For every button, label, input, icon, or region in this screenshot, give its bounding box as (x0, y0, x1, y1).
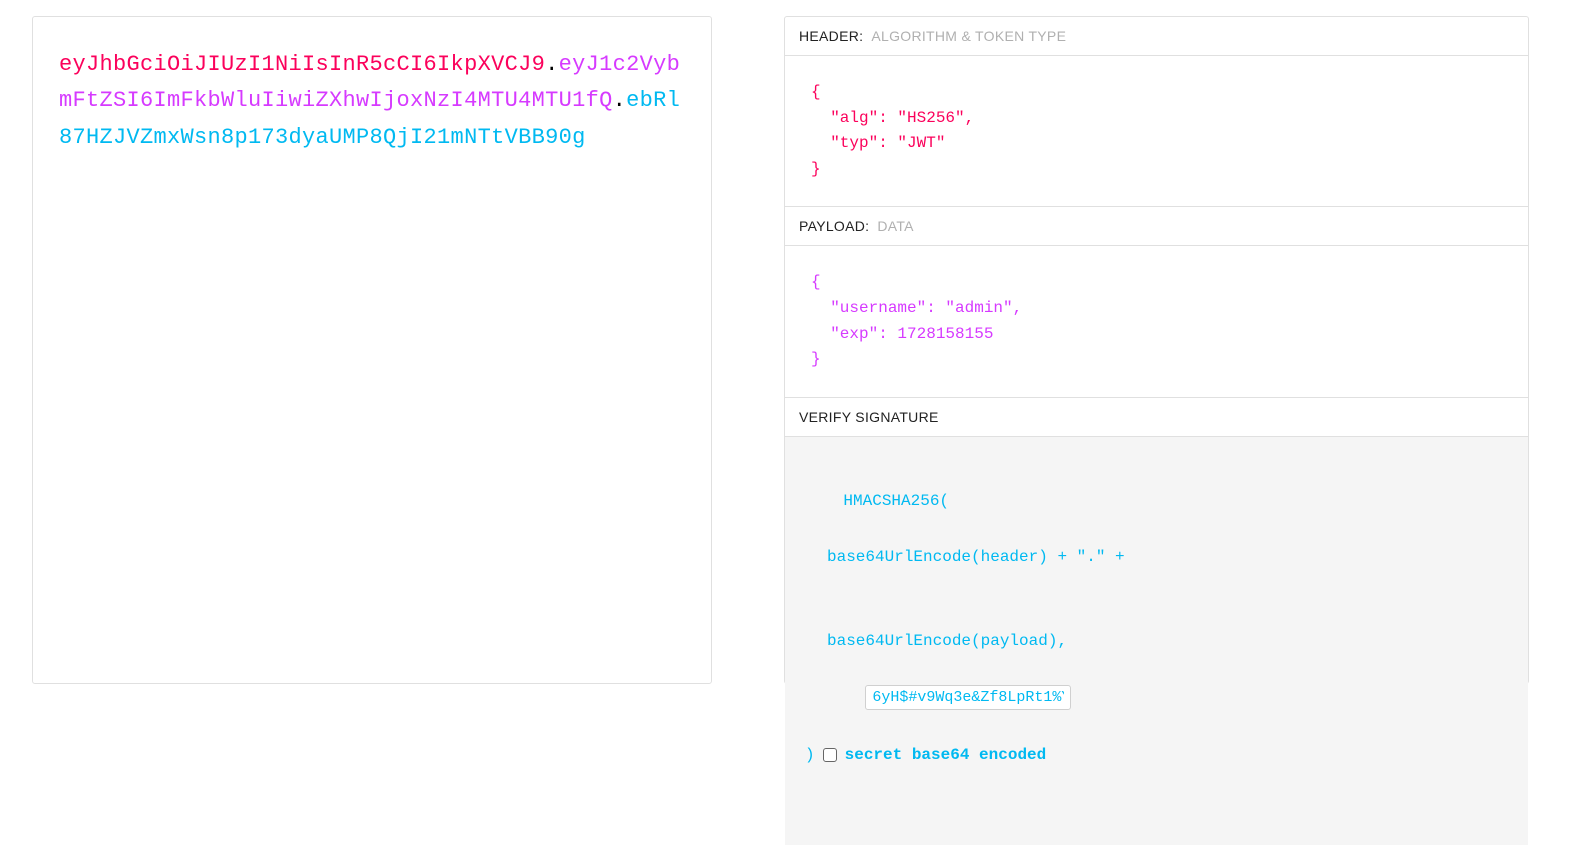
base64-checkbox[interactable] (823, 748, 837, 762)
base64-encoded-label[interactable]: secret base64 encoded (845, 741, 1047, 769)
sig-last-line: ) secret base64 encoded (805, 741, 1514, 769)
sig-line-header: base64UrlEncode(header) + "." + (805, 543, 1514, 571)
decoded-panel: HEADER: ALGORITHM & TOKEN TYPE { "alg": … (784, 16, 1529, 684)
header-section-title: HEADER: ALGORITHM & TOKEN TYPE (785, 17, 1528, 56)
payload-title-label: PAYLOAD: (799, 218, 869, 234)
signature-title-label: VERIFY SIGNATURE (799, 409, 939, 425)
signature-body: HMACSHA256( base64UrlEncode(header) + ".… (785, 437, 1528, 845)
jwt-token-display[interactable]: eyJhbGciOiJIUzI1NiIsInR5cCI6IkpXVCJ9.eyJ… (59, 47, 685, 156)
header-subtitle-label: ALGORITHM & TOKEN TYPE (871, 28, 1066, 44)
sig-line-payload: base64UrlEncode(payload), (805, 627, 1514, 655)
sig-fn-open: HMACSHA256( (843, 492, 949, 510)
token-header-segment: eyJhbGciOiJIUzI1NiIsInR5cCI6IkpXVCJ9 (59, 52, 545, 77)
encoded-token-panel: eyJhbGciOiJIUzI1NiIsInR5cCI6IkpXVCJ9.eyJ… (32, 16, 712, 684)
payload-section-title: PAYLOAD: DATA (785, 207, 1528, 246)
header-json-body[interactable]: { "alg": "HS256", "typ": "JWT" } (785, 56, 1528, 207)
secret-input[interactable] (865, 685, 1071, 710)
token-dot: . (613, 88, 627, 113)
header-title-label: HEADER: (799, 28, 863, 44)
payload-subtitle-label: DATA (877, 218, 913, 234)
token-dot: . (545, 52, 559, 77)
payload-json-body[interactable]: { "username": "admin", "exp": 1728158155… (785, 246, 1528, 397)
signature-section-title: VERIFY SIGNATURE (785, 398, 1528, 437)
sig-close-paren: ) (805, 741, 815, 769)
